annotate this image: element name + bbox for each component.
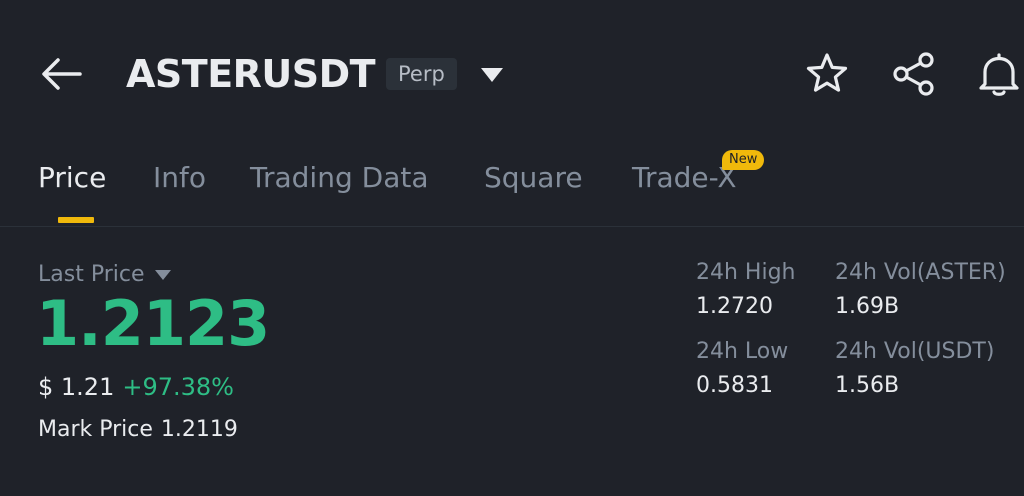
high-24h-label: 24h High	[696, 260, 796, 285]
star-icon[interactable]	[803, 50, 851, 98]
header-bar: ASTERUSDT Perp	[0, 0, 1024, 140]
mark-price-line: Mark Price 1.2119	[38, 416, 238, 444]
vol-base-label: 24h Vol(ASTER)	[835, 260, 1006, 285]
active-tab-indicator	[58, 217, 94, 223]
caret-down-icon[interactable]	[480, 66, 504, 84]
high-24h-value: 1.2720	[696, 294, 773, 319]
contract-type-badge: Perp	[386, 58, 457, 90]
mark-price-value: 1.2119	[160, 417, 238, 442]
usd-price-line: $ 1.21 +97.38%	[38, 372, 234, 402]
tab-bar: Price Info Trading Data Square Trade-X N…	[0, 150, 1024, 227]
vol-quote-value: 1.56B	[835, 373, 900, 398]
tab-trading-data[interactable]: Trading Data	[250, 160, 429, 196]
back-arrow-icon[interactable]	[36, 52, 84, 96]
last-price-value: 1.2123	[36, 287, 270, 360]
low-24h-label: 24h Low	[696, 339, 789, 364]
tab-price[interactable]: Price	[38, 160, 106, 196]
new-badge: New	[722, 150, 765, 170]
last-price-label: Last Price	[38, 262, 145, 287]
price-change-percent: +97.38%	[122, 373, 234, 401]
bell-icon[interactable]	[975, 50, 1023, 98]
vol-base-value: 1.69B	[835, 294, 900, 319]
tab-trade-x[interactable]: Trade-X	[632, 160, 737, 196]
low-24h-value: 0.5831	[696, 373, 773, 398]
symbol-title[interactable]: ASTERUSDT	[126, 50, 376, 98]
share-icon[interactable]	[890, 50, 938, 98]
mark-price-label: Mark Price	[38, 417, 153, 442]
usd-price-value: $ 1.21	[38, 373, 115, 401]
tab-square[interactable]: Square	[484, 160, 583, 196]
vol-quote-label: 24h Vol(USDT)	[835, 339, 995, 364]
caret-down-icon	[154, 270, 171, 280]
tab-info[interactable]: Info	[153, 160, 206, 196]
last-price-selector[interactable]: Last Price	[38, 262, 171, 288]
